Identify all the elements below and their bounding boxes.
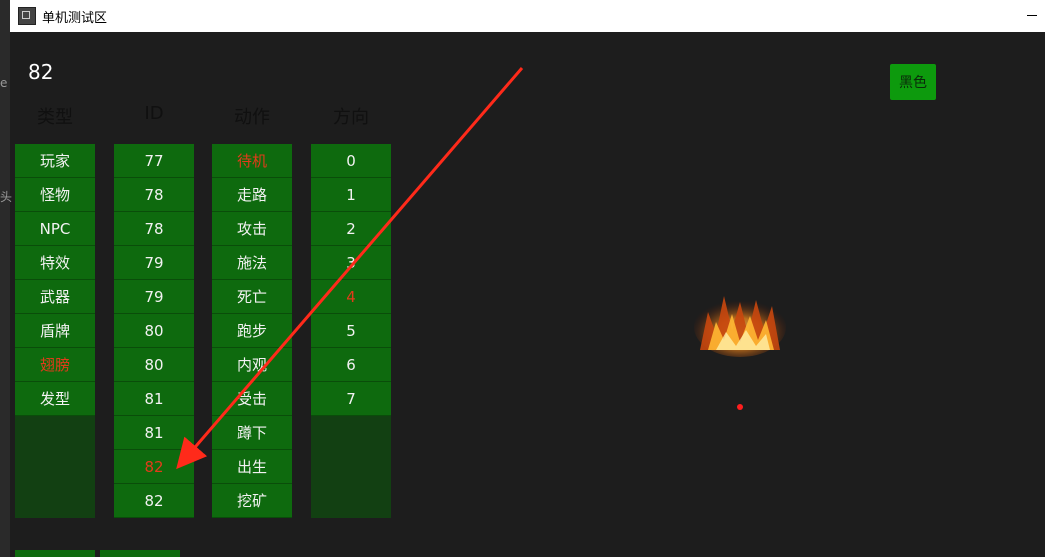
anchor-dot [737,404,743,410]
preview-canvas [176,67,786,470]
annotation-arrow [176,67,524,470]
fire-effect-sprite [694,296,786,357]
